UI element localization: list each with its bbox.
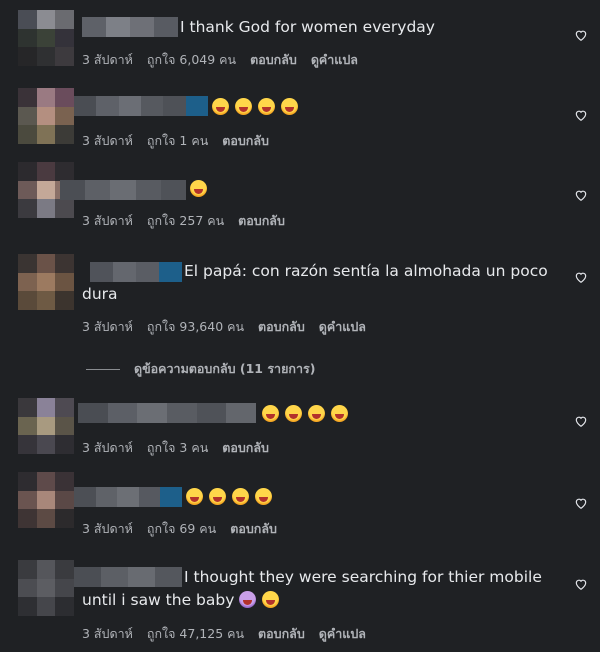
heart-icon[interactable] <box>574 577 588 591</box>
reply-button[interactable]: ตอบกลับ <box>250 52 297 67</box>
grinning-emoji-icon <box>209 488 226 505</box>
heart-icon[interactable] <box>574 496 588 510</box>
comment-text: I thought they were searching for thier … <box>82 568 542 609</box>
comment-meta: 3 สัปดาห์ ถูกใจ 6,049 คน ตอบกลับ ดูคำแปล <box>82 50 372 70</box>
grinning-emoji-icon <box>262 405 279 422</box>
like-count[interactable]: ถูกใจ 3 คน <box>147 440 208 455</box>
reply-button[interactable]: ตอบกลับ <box>222 440 269 455</box>
comment-text <box>186 486 278 509</box>
comment-meta: 3 สัปดาห์ ถูกใจ 69 คน ตอบกลับ <box>82 519 291 539</box>
heart-icon[interactable] <box>574 108 588 122</box>
avatar[interactable] <box>18 88 74 144</box>
avatar[interactable] <box>18 254 74 310</box>
grinning-emoji-icon <box>190 180 207 197</box>
like-count[interactable]: ถูกใจ 93,640 คน <box>147 319 244 334</box>
comment-text <box>262 403 354 426</box>
comment-meta: 3 สัปดาห์ ถูกใจ 257 คน ตอบกลับ <box>82 211 299 231</box>
heart-icon[interactable] <box>574 270 588 284</box>
grinning-emoji-icon <box>281 98 298 115</box>
avatar[interactable] <box>18 10 74 66</box>
comment-meta: 3 สัปดาห์ ถูกใจ 3 คน ตอบกลับ <box>82 438 283 458</box>
reply-button[interactable]: ตอบกลับ <box>222 133 269 148</box>
heart-icon[interactable] <box>574 414 588 428</box>
grinning-emoji-icon <box>232 488 249 505</box>
heart-icon[interactable] <box>574 188 588 202</box>
avatar[interactable] <box>18 398 74 454</box>
commenter-name[interactable] <box>82 17 178 37</box>
like-count[interactable]: ถูกใจ 69 คน <box>147 521 216 536</box>
comment-time[interactable]: 3 สัปดาห์ <box>82 52 133 67</box>
like-count[interactable]: ถูกใจ 257 คน <box>147 213 224 228</box>
replies-divider <box>86 368 120 370</box>
translate-button[interactable]: ดูคำแปล <box>311 52 358 67</box>
comment-meta: 3 สัปดาห์ ถูกใจ 1 คน ตอบกลับ <box>82 131 283 151</box>
grinning-emoji-icon <box>255 488 272 505</box>
comment-text: El papá: con razón sentía la almohada un… <box>82 262 548 303</box>
grinning-emoji-icon <box>258 98 275 115</box>
crying-emoji-icon <box>239 591 257 608</box>
comment-text: I thank God for women everyday <box>180 18 435 36</box>
comment-time[interactable]: 3 สัปดาห์ <box>82 521 133 536</box>
grinning-emoji-icon <box>285 405 302 422</box>
avatar[interactable] <box>18 560 74 616</box>
comment-meta: 3 สัปดาห์ ถูกใจ 93,640 คน ตอบกลับ ดูคำแปล <box>82 317 380 337</box>
grinning-emoji-icon <box>262 591 280 608</box>
commenter-name[interactable] <box>74 96 208 116</box>
reply-button[interactable]: ตอบกลับ <box>238 213 285 228</box>
comment-text <box>212 96 304 119</box>
grinning-emoji-icon <box>186 488 203 505</box>
comment-meta: 3 สัปดาห์ ถูกใจ 47,125 คน ตอบกลับ ดูคำแปล <box>82 624 380 644</box>
grinning-emoji-icon <box>331 405 348 422</box>
reply-button[interactable]: ตอบกลับ <box>258 626 305 641</box>
comment-time[interactable]: 3 สัปดาห์ <box>82 440 133 455</box>
view-replies-button[interactable]: ดูข้อความตอบกลับ (11 รายการ) <box>86 359 315 379</box>
comment-time[interactable]: 3 สัปดาห์ <box>82 213 133 228</box>
grinning-emoji-icon <box>308 405 325 422</box>
comment-text <box>190 178 213 201</box>
grinning-emoji-icon <box>212 98 229 115</box>
reply-button[interactable]: ตอบกลับ <box>258 319 305 334</box>
comment-time[interactable]: 3 สัปดาห์ <box>82 319 133 334</box>
avatar[interactable] <box>18 472 74 528</box>
commenter-name[interactable] <box>74 487 182 507</box>
commenter-name[interactable] <box>60 180 187 200</box>
translate-button[interactable]: ดูคำแปล <box>319 626 366 641</box>
translate-button[interactable]: ดูคำแปล <box>319 319 366 334</box>
like-count[interactable]: ถูกใจ 1 คน <box>147 133 208 148</box>
like-count[interactable]: ถูกใจ 47,125 คน <box>147 626 244 641</box>
comment-time[interactable]: 3 สัปดาห์ <box>82 626 133 641</box>
comment-time[interactable]: 3 สัปดาห์ <box>82 133 133 148</box>
heart-icon[interactable] <box>574 28 588 42</box>
like-count[interactable]: ถูกใจ 6,049 คน <box>147 52 236 67</box>
view-replies-label: ดูข้อความตอบกลับ (11 รายการ) <box>134 361 316 376</box>
reply-button[interactable]: ตอบกลับ <box>230 521 277 536</box>
grinning-emoji-icon <box>235 98 252 115</box>
commenter-name[interactable] <box>78 403 257 423</box>
